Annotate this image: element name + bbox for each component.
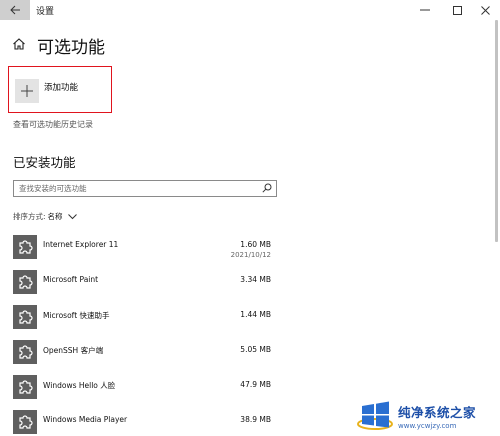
feature-list: Internet Explorer 11 1.60 MB 2021/10/12 …: [13, 232, 275, 436]
feature-name: OpenSSH 客户端: [43, 346, 104, 355]
close-button[interactable]: [470, 0, 500, 20]
add-feature-button[interactable]: [15, 79, 39, 103]
feature-name: Windows Media Player: [43, 415, 128, 424]
puzzle-piece-icon: [13, 235, 37, 259]
sort-label: 排序方式:: [13, 212, 46, 221]
back-button[interactable]: [0, 0, 30, 20]
minimize-button[interactable]: [410, 0, 440, 20]
history-link[interactable]: 查看可选功能历史记录: [13, 119, 93, 130]
minimize-icon: [420, 9, 430, 11]
feature-item[interactable]: Internet Explorer 11 1.60 MB 2021/10/12: [13, 232, 275, 267]
watermark-title: 纯净系统之家: [398, 405, 477, 420]
search-input[interactable]: [14, 181, 254, 196]
puzzle-piece-icon: [13, 410, 37, 434]
puzzle-piece-icon: [13, 375, 37, 399]
feature-item[interactable]: Microsoft Paint 3.34 MB: [13, 267, 275, 302]
maximize-icon: [452, 5, 462, 15]
search-box: [13, 180, 277, 197]
feature-size: 38.9 MB: [240, 415, 271, 424]
feature-name: Windows Hello 人脸: [43, 381, 116, 390]
feature-name: Microsoft 快速助手: [43, 311, 110, 320]
feature-size: 1.44 MB: [240, 310, 271, 319]
scrollbar[interactable]: [495, 20, 498, 242]
chevron-down-icon[interactable]: [67, 213, 77, 220]
watermark: 纯净系统之家 www.ycwjzy.com: [356, 396, 500, 436]
feature-date: 2021/10/12: [230, 251, 271, 259]
add-feature-highlight: 添加功能: [8, 66, 112, 113]
arrow-left-icon: [9, 5, 20, 15]
plus-icon: [21, 85, 33, 97]
maximize-button[interactable]: [442, 0, 472, 20]
feature-item[interactable]: Windows Hello 人脸 47.9 MB: [13, 372, 275, 407]
search-icon[interactable]: [262, 183, 272, 193]
page-title: 可选功能: [37, 38, 105, 58]
feature-item[interactable]: OpenSSH 客户端 5.05 MB: [13, 337, 275, 372]
feature-size: 1.60 MB: [240, 240, 271, 249]
sort-value[interactable]: 名称: [48, 211, 63, 222]
title-bar: 设置: [0, 0, 500, 20]
puzzle-piece-icon: [13, 270, 37, 294]
window-title: 设置: [36, 7, 55, 17]
installed-features-title: 已安装功能: [13, 155, 76, 170]
sort-control[interactable]: 排序方式: 名称: [13, 211, 77, 222]
add-feature-label[interactable]: 添加功能: [44, 81, 78, 93]
feature-name: Microsoft Paint: [43, 275, 99, 284]
puzzle-piece-icon: [13, 305, 37, 329]
feature-size: 5.05 MB: [240, 345, 271, 354]
puzzle-piece-icon: [13, 340, 37, 364]
feature-item[interactable]: Microsoft 快速助手 1.44 MB: [13, 302, 275, 337]
watermark-logo-icon: [357, 401, 393, 430]
feature-item[interactable]: Windows Media Player 38.9 MB: [13, 407, 275, 436]
watermark-url: www.ycwjzy.com: [398, 422, 457, 430]
feature-size: 47.9 MB: [240, 380, 271, 389]
close-icon: [480, 5, 490, 15]
feature-size: 3.34 MB: [240, 275, 271, 284]
feature-name: Internet Explorer 11: [43, 240, 119, 249]
home-icon[interactable]: [12, 37, 26, 51]
